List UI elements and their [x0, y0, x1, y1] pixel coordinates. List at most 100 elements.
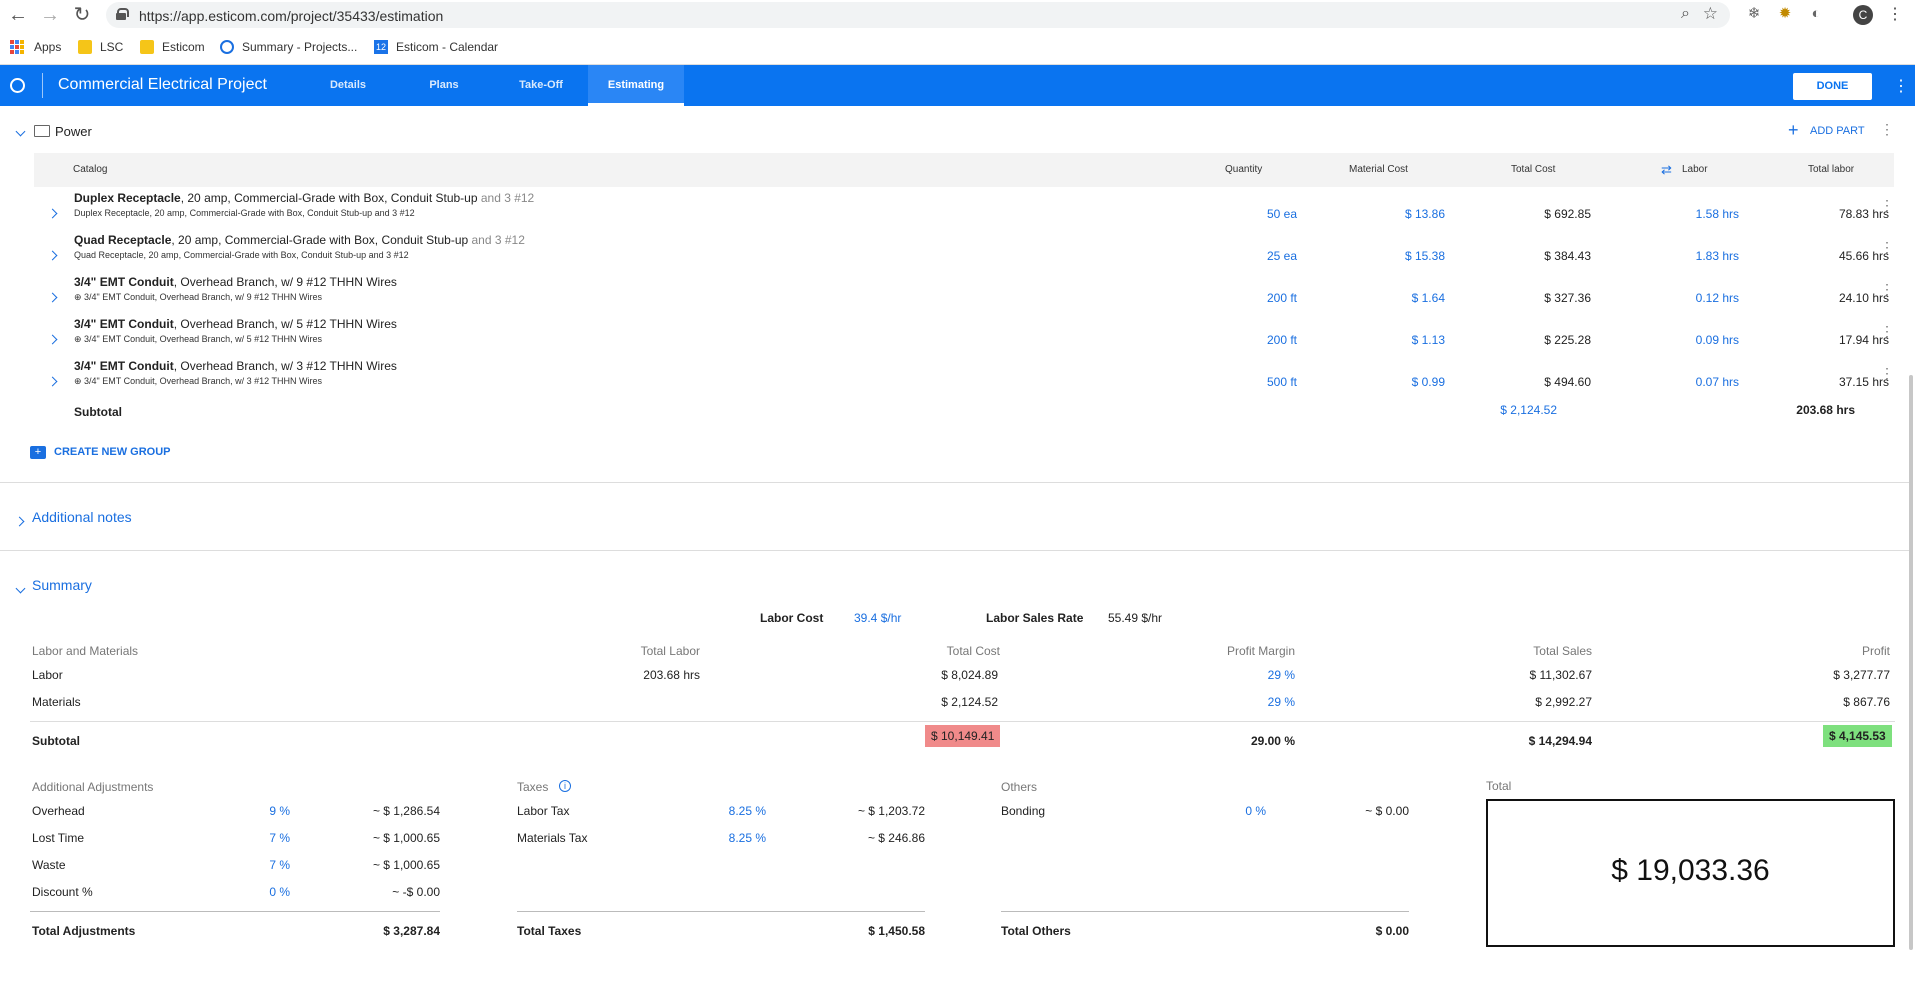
divider	[517, 911, 925, 912]
header-divider	[42, 73, 43, 98]
adjustments-row-percent[interactable]: 7 %	[210, 831, 290, 845]
cell-labor[interactable]: 1.83 hrs	[1634, 249, 1739, 263]
cell-material-cost[interactable]: $ 1.64	[1334, 291, 1445, 305]
others-heading: Others	[1001, 780, 1038, 794]
bookmark-esticom[interactable]: Esticom	[140, 36, 205, 58]
cell-labor[interactable]: 1.58 hrs	[1634, 207, 1739, 221]
app-menu-icon[interactable]: ⋮	[1893, 76, 1909, 96]
add-icon[interactable]: +	[1788, 121, 1799, 139]
adjustments-row-percent[interactable]: 7 %	[210, 858, 290, 872]
row-menu-icon[interactable]: ⋮	[1880, 239, 1894, 256]
cell-material-cost[interactable]: $ 15.38	[1334, 249, 1445, 263]
labor-cost-value[interactable]: 39.4 $/hr	[854, 611, 901, 625]
table-row[interactable]: 3/4" EMT Conduit, Overhead Branch, w/ 5 …	[34, 316, 1894, 358]
create-folder-icon[interactable]: +	[30, 446, 46, 459]
row-menu-icon[interactable]: ⋮	[1880, 365, 1894, 382]
total-others-value: $ 0.00	[1375, 924, 1409, 938]
expand-row-icon[interactable]	[49, 247, 56, 262]
cell-material-cost[interactable]: $ 13.86	[1334, 207, 1445, 221]
cell-material-cost[interactable]: $ 0.99	[1334, 375, 1445, 389]
add-part-button[interactable]: ADD PART	[1810, 125, 1865, 137]
swap-icon[interactable]: ⇄	[1661, 162, 1672, 178]
esticom-logo-icon[interactable]	[10, 78, 25, 93]
folder-icon	[34, 125, 50, 137]
extension-circle-icon[interactable]: ◐	[1807, 5, 1825, 23]
scrollbar[interactable]	[1909, 375, 1913, 950]
collapse-chevron-icon[interactable]	[17, 580, 24, 595]
project-title: Commercial Electrical Project	[58, 76, 267, 93]
others-row-percent[interactable]: 0 %	[1186, 804, 1266, 818]
table-row[interactable]: Duplex Receptacle, 20 amp, Commercial-Gr…	[34, 190, 1894, 232]
summary-title[interactable]: Summary	[32, 577, 92, 593]
labor-total-cost: $ 8,024.89	[941, 668, 998, 682]
cell-quantity[interactable]: 200 ft	[1224, 333, 1297, 347]
subtotal-label: Subtotal	[74, 405, 122, 419]
address-bar[interactable]: https://app.esticom.com/project/35433/es…	[106, 2, 1730, 28]
subtotal-cost: $ 2,124.52	[1500, 403, 1557, 417]
zoom-icon[interactable]: ⌕	[1681, 5, 1690, 23]
cell-labor[interactable]: 0.12 hrs	[1634, 291, 1739, 305]
row-menu-icon[interactable]: ⋮	[1880, 197, 1894, 214]
browser-menu-icon[interactable]: ⋮	[1887, 4, 1903, 24]
extension-honey-icon[interactable]: ✹	[1776, 5, 1794, 23]
forward-icon[interactable]: →	[38, 3, 62, 27]
cell-quantity[interactable]: 25 ea	[1224, 249, 1297, 263]
materials-profit-margin[interactable]: 29 %	[1195, 695, 1295, 709]
expand-row-icon[interactable]	[49, 289, 56, 304]
cell-quantity[interactable]: 200 ft	[1224, 291, 1297, 305]
back-icon[interactable]: ←	[6, 3, 30, 27]
total-taxes-label: Total Taxes	[517, 924, 582, 938]
bookmark-esticom-calendar[interactable]: 12 Esticom - Calendar	[374, 36, 498, 58]
bookmark-summary-projects[interactable]: Summary - Projects...	[220, 36, 357, 58]
table-row[interactable]: Quad Receptacle, 20 amp, Commercial-Grad…	[34, 232, 1894, 274]
bookmark-lsc[interactable]: LSC	[78, 36, 123, 58]
bookmark-label: LSC	[100, 40, 124, 54]
cell-labor[interactable]: 0.09 hrs	[1634, 333, 1739, 347]
profile-avatar[interactable]: C	[1853, 5, 1873, 25]
cell-total-labor: 17.94 hrs	[1838, 333, 1889, 347]
materials-total-cost: $ 2,124.52	[941, 695, 998, 709]
table-row[interactable]: 3/4" EMT Conduit, Overhead Branch, w/ 9 …	[34, 274, 1894, 316]
expand-chevron-icon[interactable]	[16, 513, 23, 528]
create-new-group-button[interactable]: CREATE NEW GROUP	[54, 446, 171, 458]
group-menu-icon[interactable]: ⋮	[1880, 121, 1894, 138]
expand-row-icon[interactable]	[49, 205, 56, 220]
cell-quantity[interactable]: 50 ea	[1224, 207, 1297, 221]
summary-subtotal-margin: 29.00 %	[1250, 734, 1295, 748]
cell-total-cost: $ 327.36	[1544, 291, 1591, 305]
row-menu-icon[interactable]: ⋮	[1880, 281, 1894, 298]
adjustments-row-percent[interactable]: 0 %	[210, 885, 290, 899]
item-name-primary: 3/4" EMT Conduit	[74, 275, 174, 289]
item-name-rest: , 20 amp, Commercial-Grade with Box, Con…	[180, 191, 478, 205]
tab-plans[interactable]: Plans	[405, 65, 483, 106]
grand-total-box: $ 19,033.36	[1486, 799, 1895, 947]
labor-cost-label: Labor Cost	[760, 611, 824, 625]
subtotal-profit-value: $ 4,145.53	[1823, 725, 1892, 747]
collapse-chevron-icon[interactable]	[17, 123, 24, 138]
bookmark-star-icon[interactable]: ☆	[1703, 4, 1718, 24]
expand-row-icon[interactable]	[49, 373, 56, 388]
row-menu-icon[interactable]: ⋮	[1880, 323, 1894, 340]
item-name-rest: , Overhead Branch, w/ 5 #12 THHN Wires	[173, 317, 397, 331]
table-row[interactable]: 3/4" EMT Conduit, Overhead Branch, w/ 3 …	[34, 358, 1894, 400]
tab-estimating[interactable]: Estimating	[588, 65, 684, 106]
address-url[interactable]: https://app.esticom.com/project/35433/es…	[139, 8, 443, 24]
extension-snowflake-icon[interactable]: ❄	[1745, 5, 1763, 23]
additional-notes-toggle[interactable]: Additional notes	[32, 509, 132, 525]
info-icon[interactable]: i	[559, 780, 571, 792]
adjustments-row-percent[interactable]: 9 %	[210, 804, 290, 818]
cell-quantity[interactable]: 500 ft	[1224, 375, 1297, 389]
labor-profit-margin[interactable]: 29 %	[1195, 668, 1295, 682]
tab-details[interactable]: Details	[310, 65, 386, 106]
cell-labor[interactable]: 0.07 hrs	[1634, 375, 1739, 389]
col-total-cost: Total Cost	[946, 644, 1000, 658]
done-button[interactable]: DONE	[1793, 73, 1872, 100]
cell-material-cost[interactable]: $ 1.13	[1334, 333, 1445, 347]
taxes-row-percent[interactable]: 8.25 %	[686, 831, 766, 845]
tab-take-off[interactable]: Take-Off	[500, 65, 582, 106]
bookmark-apps[interactable]: Apps	[10, 36, 61, 58]
summary-subtotal-cost: $ 10,149.41	[925, 725, 1001, 747]
expand-row-icon[interactable]	[49, 331, 56, 346]
taxes-row-percent[interactable]: 8.25 %	[686, 804, 766, 818]
reload-icon[interactable]: ↻	[70, 3, 94, 27]
